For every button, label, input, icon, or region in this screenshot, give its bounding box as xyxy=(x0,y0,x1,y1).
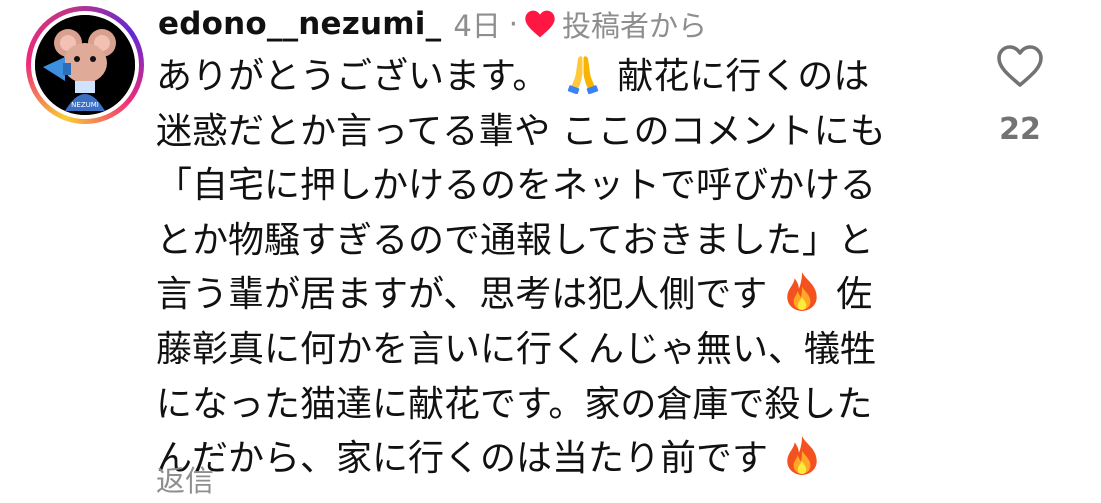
author-liked-heart-icon xyxy=(525,10,555,38)
timestamp: 4日 xyxy=(453,9,501,43)
username-link[interactable]: edono__nezumi_ xyxy=(158,6,441,42)
comment-line-text: 献花に行くのは xyxy=(617,56,870,97)
comment-line: ありがとうございます。 献花に行くのは xyxy=(156,50,956,105)
author-liked-label: 投稿者から xyxy=(562,9,708,43)
comment-line: んだから、家に行くのは当たり前です xyxy=(156,432,956,487)
comment-line: とか物騒すぎるので通報しておきました」と xyxy=(156,214,956,269)
comment-line-text: 迷惑だとか言ってる輩や ここのコメントにも xyxy=(156,110,886,152)
comment-line-text: んだから、家に行くのは当たり前です xyxy=(156,438,769,480)
folded-hands-emoji-icon xyxy=(567,56,599,94)
svg-text:NEZUMI: NEZUMI xyxy=(71,101,99,109)
comment-line-text: ありがとうございます。 xyxy=(156,56,549,97)
comment-line: 藤彰真に何かを言いに行くんじゃ無い、犠牲 xyxy=(156,323,956,378)
comment-body: ありがとうございます。 献花に行くのは 迷惑だとか言ってる輩や ここのコメントに… xyxy=(156,50,956,487)
reply-button[interactable]: 返信 xyxy=(156,458,214,500)
comment-line: 「自宅に押しかけるのをネットで呼びかける xyxy=(156,159,956,214)
comment-line-text: とか物騒すぎるので通報しておきました」と xyxy=(156,219,874,261)
comment-header: edono__nezumi_ 4日 · 投稿者から xyxy=(158,2,707,46)
comment-line-text: になった猫達に献花です。家の倉庫で殺した xyxy=(156,383,873,425)
separator-dot: · xyxy=(508,7,518,41)
like-heart-icon[interactable] xyxy=(996,44,1044,88)
fire-emoji-icon xyxy=(787,272,817,312)
comment-line-text: 佐 xyxy=(836,274,873,316)
avatar[interactable]: NEZUMI xyxy=(26,6,144,124)
avatar-image: NEZUMI xyxy=(35,15,135,115)
comment-line: になった猫達に献花です。家の倉庫で殺した xyxy=(156,378,956,433)
fire-emoji-icon xyxy=(787,436,818,476)
comment-line: 迷惑だとか言ってる輩や ここのコメントにも xyxy=(156,105,956,160)
like-count: 22 xyxy=(999,112,1041,147)
comment-line: 言う輩が居ますが、思考は犯人側です 佐 xyxy=(156,268,956,323)
comment-line-text: 言う輩が居ますが、思考は犯人側です xyxy=(156,274,768,316)
avatar-ring-gap: NEZUMI xyxy=(31,11,139,119)
comment-line-text: 「自宅に押しかけるのをネットで呼びかける xyxy=(156,165,877,207)
mouse-mascot-icon: NEZUMI xyxy=(35,15,135,115)
comment-line-text: 藤彰真に何かを言いに行くんじゃ無い、犠牲 xyxy=(156,328,877,370)
